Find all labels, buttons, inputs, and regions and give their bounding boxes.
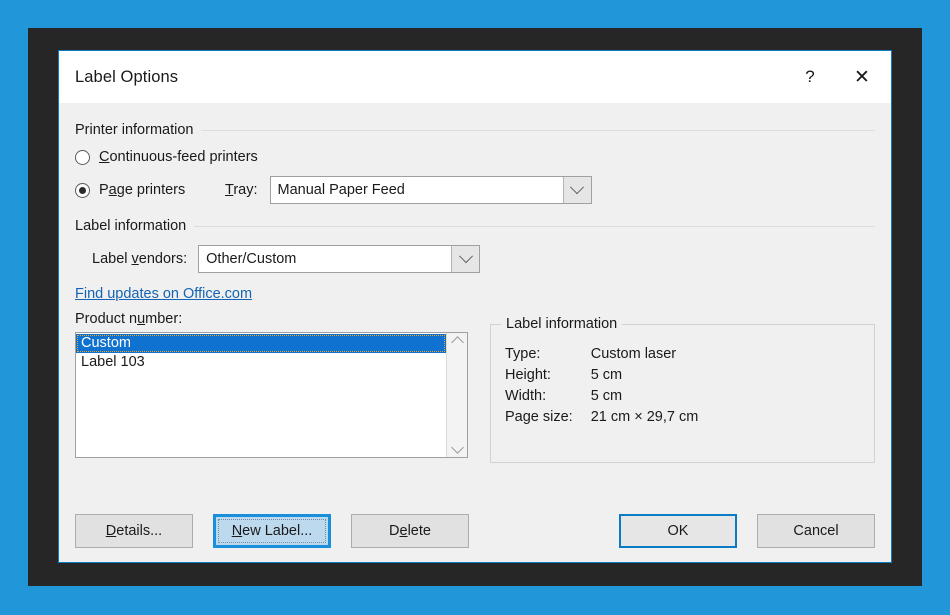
section-divider: [194, 225, 875, 227]
label-vendors-combobox-value: Other/Custom: [206, 251, 297, 267]
label-information-table: Type: Custom laser Height: 5 cm Width: 5…: [505, 343, 698, 427]
new-label-button[interactable]: New Label...: [213, 514, 331, 548]
cancel-button[interactable]: Cancel: [757, 514, 875, 548]
label-vendors-row: Label vendors: Other/Custom: [75, 245, 875, 273]
page-printers-row: Page printers Tray: Manual Paper Feed: [75, 176, 875, 204]
product-number-label: Product number:: [75, 311, 183, 327]
find-updates-link[interactable]: Find updates on Office.com: [75, 286, 252, 302]
scroll-up-icon[interactable]: [450, 336, 464, 349]
printer-information-section-header: Printer information: [75, 122, 875, 138]
label-vendors-label: Label vendors:: [92, 251, 188, 267]
label-vendors-combobox[interactable]: Other/Custom: [198, 245, 481, 273]
chevron-down-icon[interactable]: [562, 177, 591, 203]
label-options-dialog: Label Options ? ✕ Printer information Co…: [58, 50, 892, 563]
info-value: 5 cm: [590, 366, 623, 383]
list-item[interactable]: Custom: [76, 334, 446, 353]
label-information-groupbox-title: Label information: [501, 316, 623, 332]
info-key: Height:: [505, 366, 551, 383]
radio-indicator-continuous: [75, 149, 90, 165]
chevron-down-icon[interactable]: [451, 246, 480, 272]
scroll-down-icon[interactable]: [450, 441, 464, 454]
table-row: Type: Custom laser: [505, 343, 698, 364]
listbox-scrollbar[interactable]: [446, 333, 467, 457]
lower-region: Product number: Custom Label 103 Label i…: [75, 311, 875, 463]
table-row: Width: 5 cm: [505, 385, 698, 406]
continuous-feed-row: Continuous-feed printers: [75, 149, 875, 165]
details-button[interactable]: Details...: [75, 514, 193, 548]
tray-combobox[interactable]: Manual Paper Feed: [269, 176, 592, 204]
table-row: Page size: 21 cm × 29,7 cm: [505, 406, 698, 427]
info-value: Custom laser: [590, 345, 677, 362]
tray-label: Tray:: [225, 182, 258, 198]
dialog-body: Printer information Continuous-feed prin…: [59, 103, 891, 562]
screen: Label Options ? ✕ Printer information Co…: [0, 0, 950, 615]
ok-button[interactable]: OK: [619, 514, 737, 548]
table-row: Height: 5 cm: [505, 364, 698, 385]
info-value: 21 cm × 29,7 cm: [590, 408, 699, 425]
product-number-listbox[interactable]: Custom Label 103: [75, 332, 468, 458]
section-divider: [201, 129, 875, 131]
label-information-label: Label information: [75, 218, 187, 234]
dialog-title: Label Options: [75, 67, 179, 86]
info-value: 5 cm: [590, 387, 623, 404]
info-key: Width:: [505, 387, 547, 404]
info-key: Page size:: [505, 408, 573, 425]
printer-information-label: Printer information: [75, 122, 194, 138]
radio-page-printers[interactable]: Page printers: [75, 182, 225, 198]
dialog-button-bar: Details... New Label... Delete OK Cancel: [75, 514, 875, 548]
product-number-column: Product number: Custom Label 103: [75, 311, 468, 463]
radio-indicator-page-printers: [75, 182, 90, 198]
dialog-titlebar: Label Options ? ✕: [59, 51, 891, 103]
list-item[interactable]: Label 103: [76, 353, 446, 372]
radio-continuous-feed-printers[interactable]: Continuous-feed printers: [75, 149, 258, 165]
delete-button[interactable]: Delete: [351, 514, 469, 548]
help-icon[interactable]: ?: [787, 51, 833, 103]
tray-combobox-value: Manual Paper Feed: [277, 182, 405, 198]
close-icon[interactable]: ✕: [833, 51, 891, 103]
info-key: Type:: [505, 345, 541, 362]
label-information-section-header: Label information: [75, 218, 875, 234]
radio-label-page-printers: Page printers: [99, 182, 186, 198]
product-number-list-items: Custom Label 103: [76, 333, 446, 457]
label-information-column: Label information Type: Custom laser Hei…: [490, 311, 875, 463]
label-information-groupbox: Label information Type: Custom laser Hei…: [490, 316, 875, 463]
radio-label-continuous: Continuous-feed printers: [99, 149, 258, 165]
